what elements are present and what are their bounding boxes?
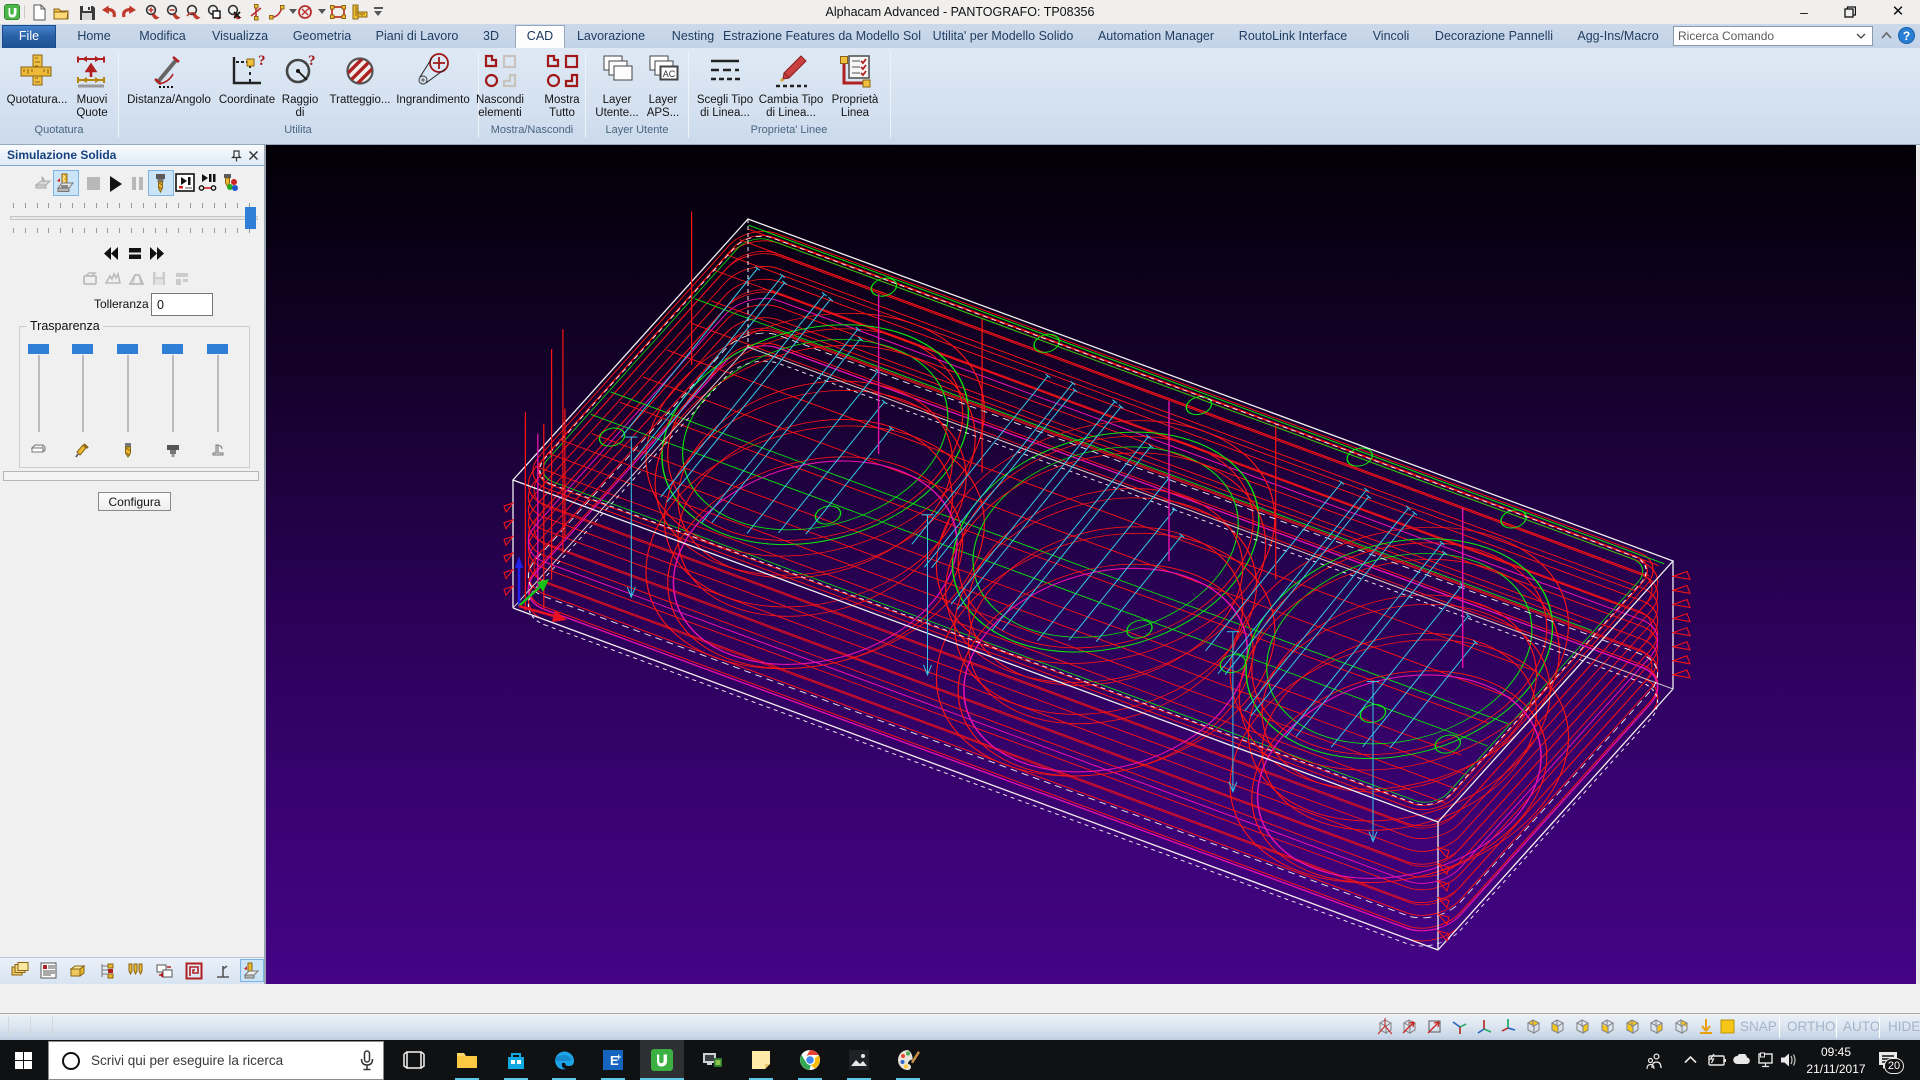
svg-text:?: ? (308, 53, 316, 69)
svg-text:?: ? (1903, 29, 1910, 43)
svg-text:+: + (616, 1052, 621, 1062)
svg-text:?: ? (258, 53, 265, 69)
svg-text:AC: AC (663, 69, 676, 79)
